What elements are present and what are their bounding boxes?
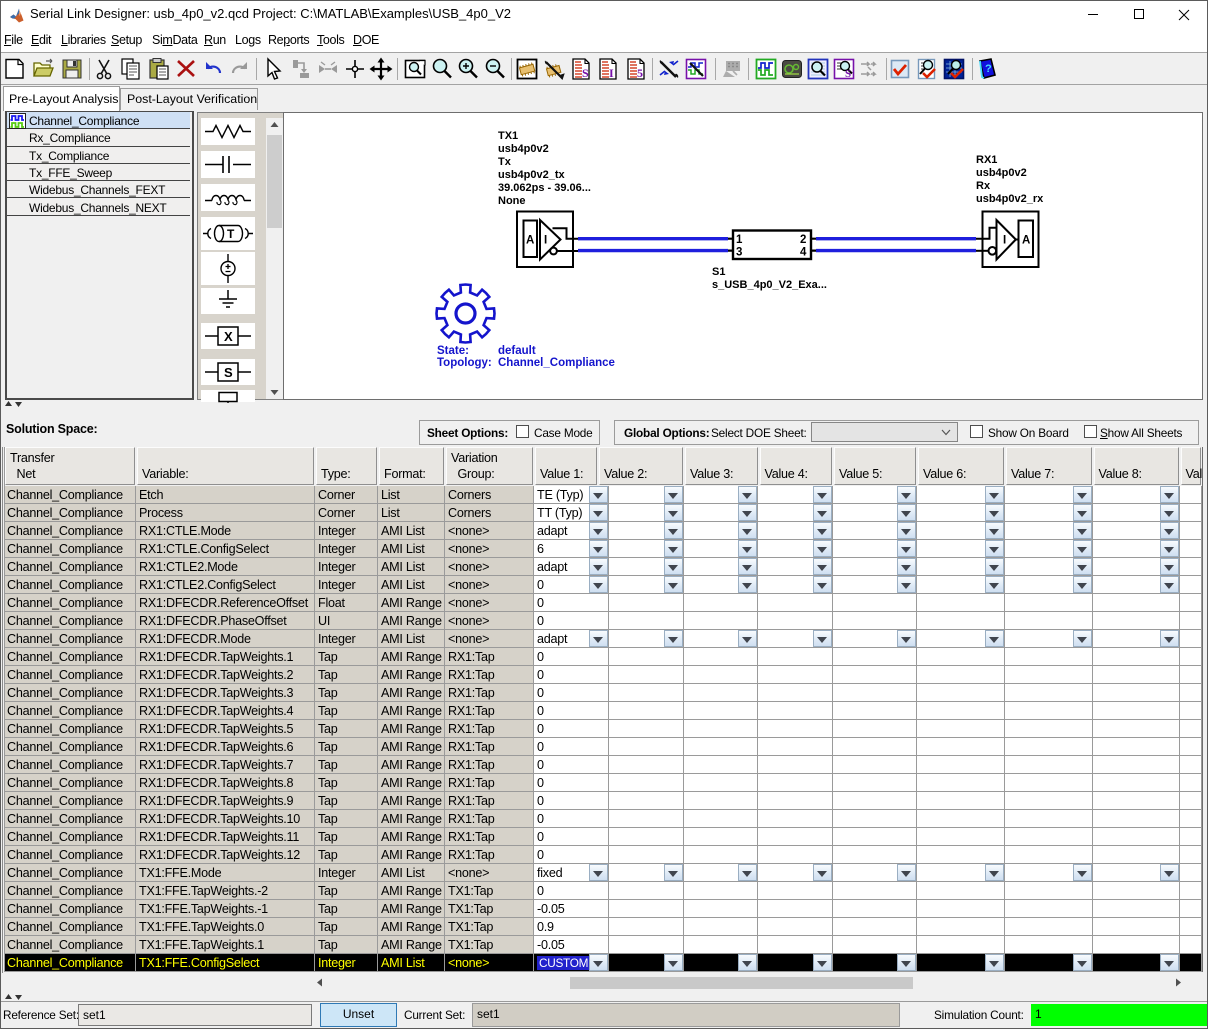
svg-text:2: 2 xyxy=(800,234,806,246)
svg-text:4: 4 xyxy=(800,247,807,259)
svg-text:S: S xyxy=(224,365,233,380)
svg-text:3: 3 xyxy=(736,247,742,259)
svg-text:S: S xyxy=(845,68,851,80)
svg-text:I: I xyxy=(609,66,614,80)
svg-text:?: ? xyxy=(985,63,992,75)
svg-text:I: I xyxy=(1003,235,1006,247)
svg-text:A: A xyxy=(1022,235,1030,247)
svg-text:T: T xyxy=(227,227,235,241)
svg-text:S: S xyxy=(582,66,589,80)
svg-text:I: I xyxy=(544,235,547,247)
svg-text:X: X xyxy=(224,329,233,344)
svg-text:5: 5 xyxy=(637,66,643,80)
svg-text:A: A xyxy=(526,235,534,247)
svg-text:1: 1 xyxy=(736,234,743,246)
